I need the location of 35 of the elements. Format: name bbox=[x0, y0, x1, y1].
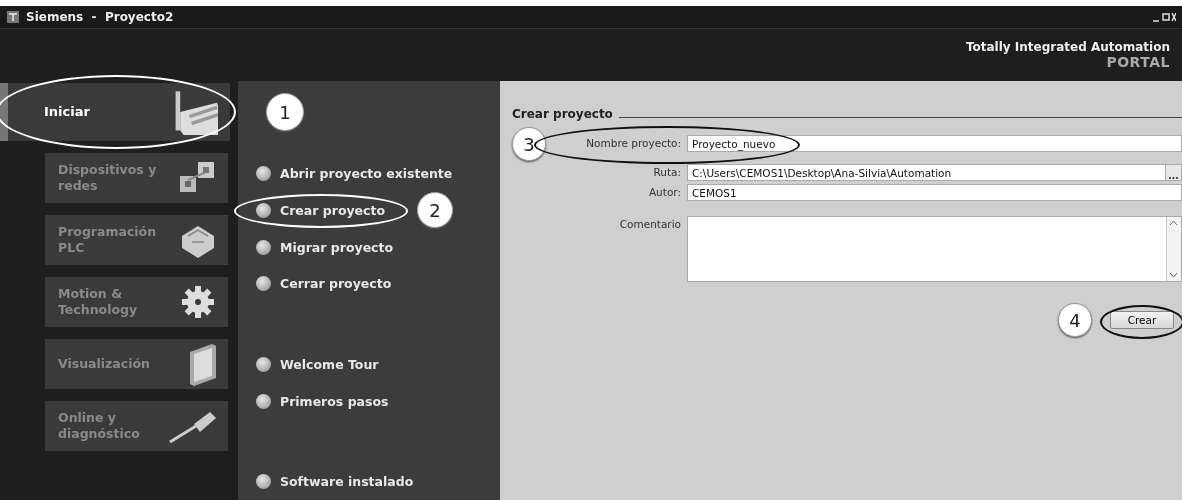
panel-icon bbox=[188, 342, 218, 386]
nav-label: Iniciar bbox=[44, 103, 90, 121]
window-title: Siemens - Proyecto2 bbox=[26, 10, 174, 24]
app-logo-icon bbox=[6, 10, 20, 24]
browse-icon[interactable] bbox=[1165, 165, 1181, 180]
portal-label: PORTAL bbox=[1106, 54, 1170, 70]
section-title: Crear proyecto bbox=[512, 107, 613, 121]
action-link[interactable]: Cerrar proyecto bbox=[256, 276, 392, 292]
comment-field[interactable] bbox=[687, 216, 1182, 282]
action-link[interactable]: Welcome Tour bbox=[256, 356, 379, 372]
input-field[interactable]: Proyecto_nuevo bbox=[687, 135, 1182, 152]
action-link[interactable]: Crear proyecto bbox=[256, 202, 386, 218]
input-field[interactable]: CEMOS1 bbox=[687, 184, 1182, 201]
step-number: 1 bbox=[266, 93, 304, 131]
product-name: Totally Integrated Automation bbox=[965, 40, 1170, 54]
nav-label: Motion & Technology bbox=[58, 285, 138, 319]
action-link[interactable]: Abrir proyecto existente bbox=[256, 165, 453, 181]
step-number: 2 bbox=[417, 192, 454, 229]
portal-nav-item[interactable]: Iniciar bbox=[0, 83, 230, 141]
action-link[interactable]: Migrar proyecto bbox=[256, 239, 394, 255]
field-label: Nombre proyecto: bbox=[585, 136, 681, 149]
action-link[interactable]: Software instalado bbox=[256, 474, 414, 490]
nav-label: Visualización bbox=[58, 355, 150, 373]
input-field[interactable]: C:\Users\CEMOS1\Desktop\Ana-Silvia\Automation bbox=[687, 164, 1182, 181]
create-button[interactable]: Crear bbox=[1110, 311, 1174, 329]
nav-label: Online y diagnóstico bbox=[58, 409, 140, 443]
action-link[interactable]: Primeros pasos bbox=[256, 393, 389, 409]
nav-label: Dispositivos y redes bbox=[58, 161, 157, 195]
field-label: Comentario bbox=[618, 217, 681, 230]
field-label: Ruta: bbox=[652, 165, 681, 178]
window-controls-icon[interactable] bbox=[1152, 11, 1176, 23]
field-label: Autor: bbox=[647, 185, 681, 198]
nav-label: Programación PLC bbox=[58, 223, 157, 257]
step-number: 4 bbox=[1058, 303, 1092, 337]
step-number: 3 bbox=[512, 127, 546, 161]
